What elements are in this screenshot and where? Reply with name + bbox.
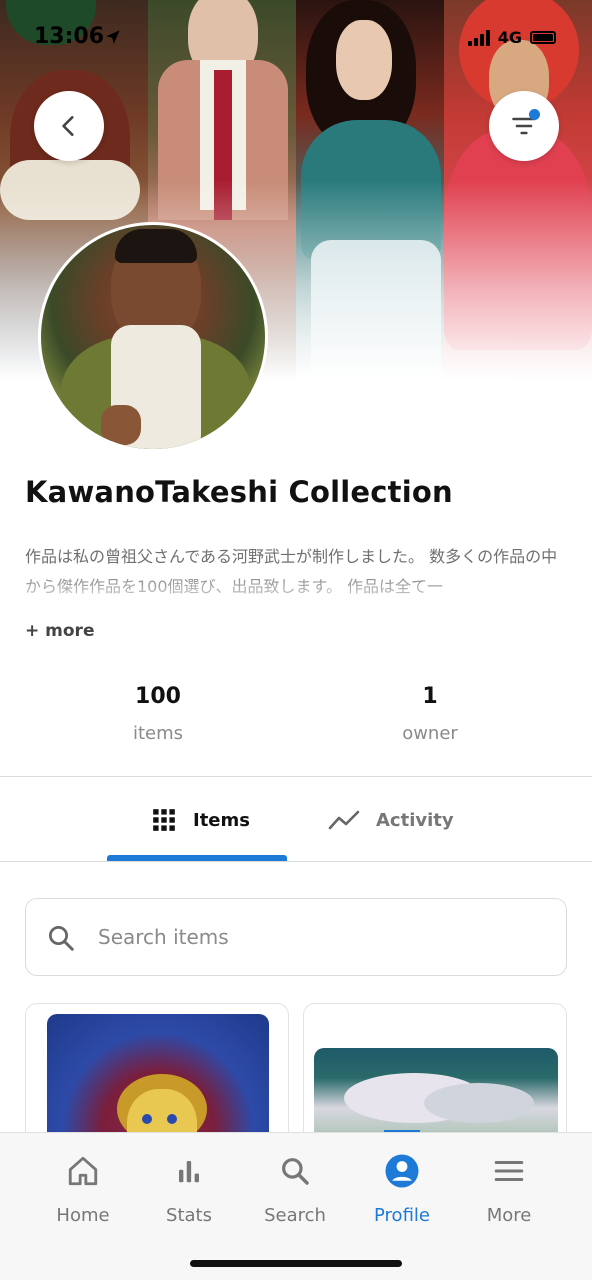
nav-more-label: More (486, 1205, 532, 1226)
tab-activity[interactable]: Activity (328, 800, 454, 840)
grid-icon (153, 809, 175, 831)
nav-profile-label: Profile (374, 1205, 430, 1226)
battery-icon (530, 31, 556, 44)
stat-items-value: 100 (135, 684, 181, 709)
tab-items[interactable]: Items (151, 800, 250, 840)
tab-activity-label: Activity (376, 809, 454, 831)
nav-profile[interactable]: Profile (347, 1151, 457, 1226)
stat-owner[interactable]: 1 owner (330, 684, 530, 744)
stat-owner-label: owner (402, 723, 458, 744)
activity-chart-icon (328, 810, 360, 830)
home-indicator (190, 1260, 402, 1267)
bottom-navigation: Home Stats Search Profile More (0, 1132, 592, 1280)
collection-stats: 100 items 1 owner (0, 684, 592, 754)
home-icon (68, 1156, 98, 1186)
search-icon (46, 923, 76, 957)
stat-owner-value: 1 (422, 684, 438, 709)
collection-description: 作品は私の曾祖父さんである河野武士が制作しました。 数多くの作品の中から傑作作品… (25, 547, 558, 596)
search-placeholder: Search items (98, 925, 229, 949)
nav-home[interactable]: Home (28, 1151, 138, 1226)
filter-badge (529, 109, 540, 120)
chevron-left-icon (62, 116, 74, 136)
bar-chart-icon (179, 1161, 199, 1183)
stats-divider (0, 776, 592, 777)
status-time: 13:06 (34, 24, 105, 49)
nav-more[interactable]: More (454, 1151, 564, 1226)
profile-icon (385, 1154, 419, 1188)
status-bar: 13:06 4G (0, 24, 592, 54)
menu-icon (494, 1160, 524, 1182)
nav-home-label: Home (56, 1205, 110, 1226)
status-right: 4G (467, 28, 556, 47)
collection-avatar (38, 222, 268, 452)
filter-button[interactable] (489, 91, 559, 161)
search-icon (282, 1158, 309, 1185)
stat-items: 100 items (58, 684, 258, 744)
search-items-field[interactable]: Search items (25, 898, 567, 976)
nav-stats-label: Stats (166, 1205, 212, 1226)
network-label: 4G (497, 28, 522, 47)
stat-items-label: items (132, 723, 184, 744)
nav-search-label: Search (264, 1205, 326, 1226)
nav-search[interactable]: Search (240, 1151, 350, 1226)
tabs-divider (0, 861, 592, 862)
collection-title: KawanoTakeshi Collection (25, 475, 453, 509)
location-arrow-icon (106, 30, 120, 44)
back-button[interactable] (34, 91, 104, 161)
signal-icon (467, 29, 490, 46)
more-link[interactable]: + more (25, 621, 94, 641)
nav-stats[interactable]: Stats (134, 1151, 244, 1226)
tab-items-label: Items (193, 809, 250, 831)
